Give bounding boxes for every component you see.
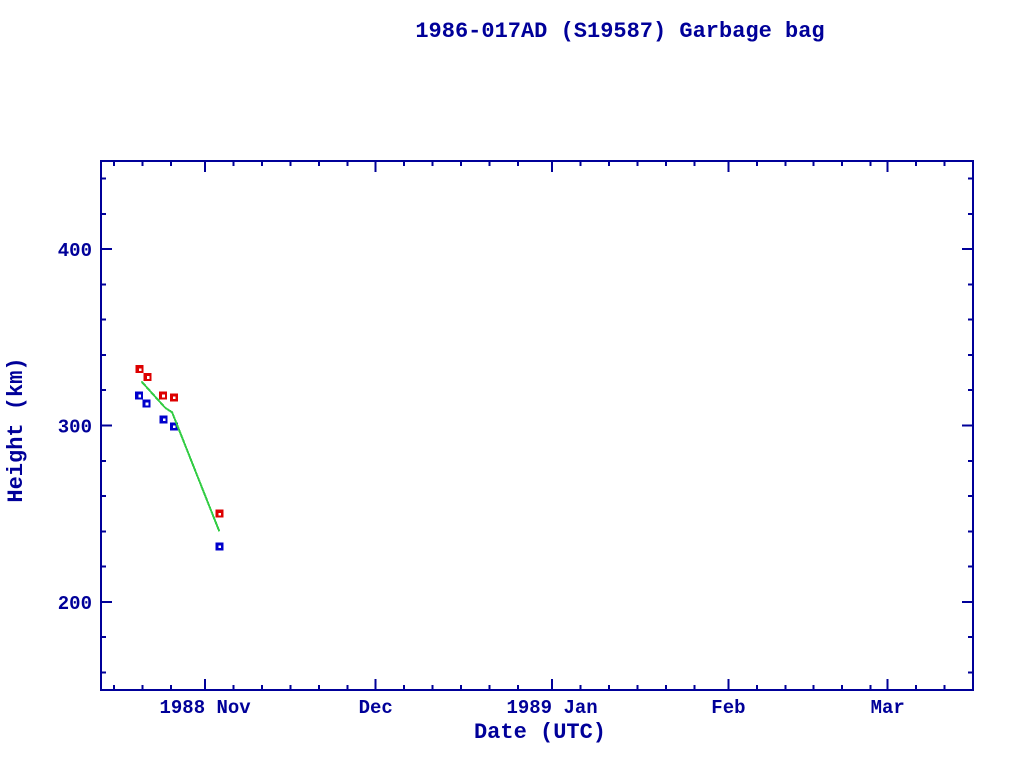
red-square-points-marker-dot	[162, 395, 165, 398]
red-square-points-marker-dot	[173, 396, 176, 399]
satellite-decay-chart-page: 1986-017AD (S19587) Garbage bag Date (UT…	[0, 0, 1024, 768]
blue-square-points-marker-dot	[173, 426, 176, 429]
tick-labels-group: 1988 Nov Dec 1989 Jan Feb Mar 200 300 400	[58, 240, 905, 719]
y-axis-tick-label: 400	[58, 240, 92, 262]
chart-title: 1986-017AD (S19587) Garbage bag	[415, 19, 824, 44]
red-square-points	[136, 365, 224, 518]
blue-square-points-marker-dot	[219, 545, 222, 548]
x-axis-tick-label: Mar	[871, 697, 905, 719]
blue-square-points-marker-dot	[138, 395, 141, 398]
data-series-group	[135, 365, 223, 550]
blue-square-points	[135, 392, 223, 551]
plot-frame	[101, 161, 973, 690]
red-square-points-marker-dot	[147, 376, 150, 379]
plot-frame-group	[101, 161, 973, 690]
y-axis-title: Height (km)	[4, 357, 29, 502]
height-vs-date-chart: 1986-017AD (S19587) Garbage bag Date (UT…	[0, 0, 1024, 768]
blue-square-points-marker-dot	[146, 403, 149, 406]
red-square-points-marker-dot	[139, 368, 142, 371]
x-axis-tick-label: 1988 Nov	[159, 697, 251, 719]
x-axis-tick-label: Dec	[359, 697, 393, 719]
x-axis-title: Date (UTC)	[474, 720, 606, 745]
red-square-points-marker-dot	[219, 513, 222, 516]
blue-square-points-marker-dot	[163, 419, 166, 422]
green-trend-line	[141, 381, 219, 531]
y-axis-tick-label: 300	[58, 417, 92, 439]
x-axis-tick-label: 1989 Jan	[506, 697, 597, 719]
x-axis-tick-label: Feb	[711, 697, 745, 719]
y-axis-tick-label: 200	[58, 593, 92, 615]
axis-ticks-group	[101, 161, 973, 690]
